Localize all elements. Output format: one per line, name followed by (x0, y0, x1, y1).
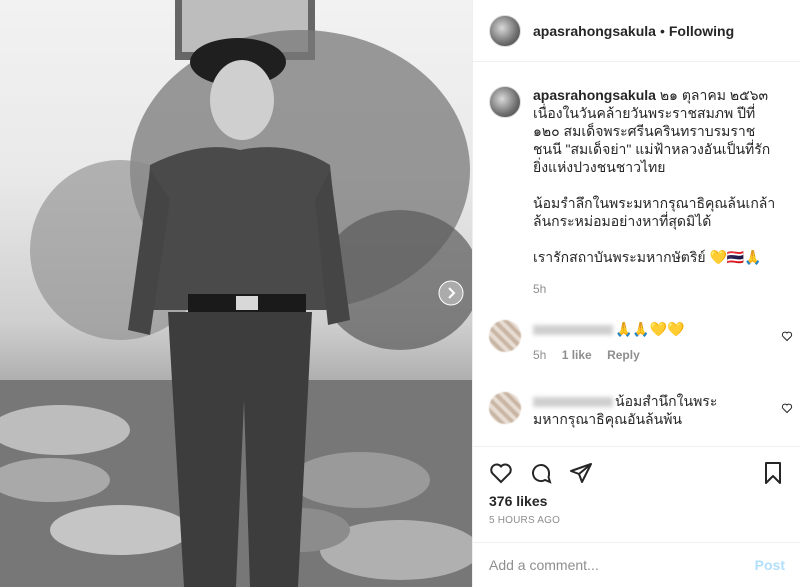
comment-meta: 5h 1 like Reply (533, 346, 763, 364)
avatar[interactable] (489, 14, 521, 47)
comment-input[interactable] (489, 557, 755, 573)
likes-count[interactable]: 376 likes (489, 493, 785, 509)
comment-text: 🙏🙏💛💛 (533, 320, 763, 338)
comment-item: 🙏🙏💛💛 5h 1 like Reply (473, 320, 800, 364)
following-button[interactable]: Following (669, 23, 734, 39)
post-button[interactable]: Post (755, 557, 785, 573)
caption-line1: เนื่องในวันคล้ายวันพระราชสมภพ ปีที่ ๑๒๐ … (533, 105, 771, 175)
comment-icon[interactable] (529, 461, 553, 485)
share-icon[interactable] (569, 461, 593, 485)
blurred-username[interactable] (533, 397, 613, 408)
next-arrow-icon[interactable] (438, 280, 464, 306)
comment-like-icon[interactable] (781, 330, 793, 342)
add-comment-bar: Post (473, 542, 800, 587)
separator-dot: • (659, 22, 665, 39)
post-photo[interactable] (0, 0, 472, 587)
post-sidebar: apasrahongsakula • Following apasrahongs… (472, 0, 800, 587)
bookmark-icon[interactable] (761, 461, 785, 485)
caption-line2: น้อมรำลึกในพระมหากรุณาธิคุณล้นเกล้าล้นกร… (533, 195, 776, 229)
comment-age[interactable]: 5h (533, 348, 546, 362)
heart-icon[interactable] (489, 461, 513, 485)
blurred-username[interactable] (533, 325, 613, 336)
post-actions: 376 likes 5 HOURS AGO (473, 446, 800, 542)
reply-button[interactable]: Reply (607, 348, 640, 362)
caption-line3: เรารักสถาบันพระมหากษัตริย์ 💛🇹🇭🙏 (533, 249, 762, 265)
post-header: apasrahongsakula • Following (473, 0, 800, 62)
comment-text: น้อมสำนึกในพระมหากรุณาธิคุณอันล้นพ้น (533, 392, 763, 428)
comment-likes[interactable]: 1 like (562, 348, 592, 362)
caption-username[interactable]: apasrahongsakula (533, 87, 656, 103)
caption-date: ๒๑ ตุลาคม ๒๕๖๓ (659, 87, 769, 103)
caption: apasrahongsakula ๒๑ ตุลาคม ๒๕๖๓ เนื่องใน… (473, 62, 800, 298)
caption-text: apasrahongsakula ๒๑ ตุลาคม ๒๕๖๓ เนื่องใน… (533, 86, 783, 176)
comment-like-icon[interactable] (781, 402, 793, 414)
caption-avatar[interactable] (489, 86, 521, 118)
comment-avatar[interactable] (489, 320, 521, 352)
post-time[interactable]: 5 HOURS AGO (489, 515, 785, 526)
comment-avatar[interactable] (489, 392, 521, 424)
comment-body: 🙏🙏💛💛 (615, 321, 685, 337)
caption-age[interactable]: 5h (533, 280, 783, 298)
username[interactable]: apasrahongsakula (533, 23, 656, 39)
photo-illustration (0, 0, 472, 587)
comment-item: น้อมสำนึกในพระมหากรุณาธิคุณอันล้นพ้น (473, 392, 800, 428)
